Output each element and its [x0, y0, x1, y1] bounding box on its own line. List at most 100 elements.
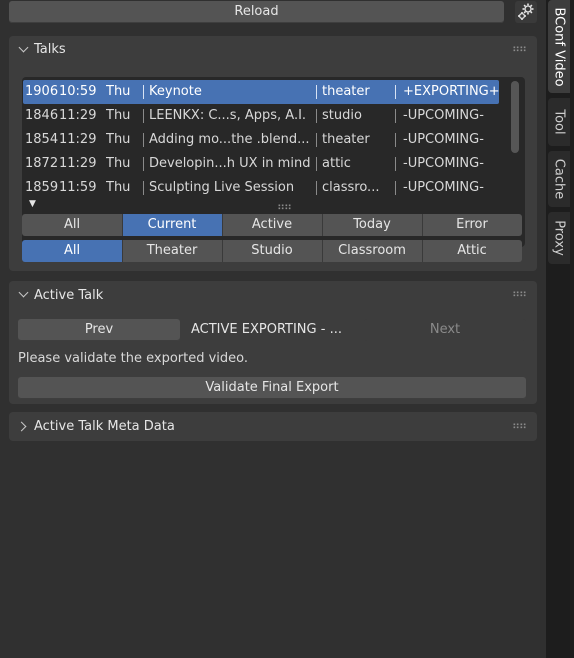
- talk-day: Thu: [106, 84, 131, 99]
- active-talk-panel: Active Talk ⠶⠶ Prev ACTIVE EXPORTING - .…: [9, 281, 537, 404]
- segment-divider: [322, 214, 323, 236]
- talk-time: 11:29: [59, 156, 97, 171]
- column-separator: [316, 181, 317, 195]
- filter-error-button[interactable]: Error: [422, 214, 522, 236]
- segment-divider: [322, 240, 323, 262]
- talk-status: -UPCOMING-: [403, 108, 484, 123]
- segment-divider: [422, 240, 423, 262]
- drag-handle-icon[interactable]: ⠶⠶: [512, 42, 527, 55]
- talk-room: classro...: [322, 180, 380, 195]
- talk-id: 1872: [25, 156, 59, 171]
- meta-data-panel: Active Talk Meta Data ⠶⠶: [9, 412, 537, 441]
- filter-all-button[interactable]: All: [22, 240, 122, 262]
- tab-label: Tool: [551, 109, 567, 135]
- tab-cache[interactable]: Cache: [548, 151, 570, 207]
- talk-status: -UPCOMING-: [403, 156, 484, 171]
- filter-today-button[interactable]: Today: [322, 214, 422, 236]
- tab-tool[interactable]: Tool: [548, 98, 570, 146]
- segment-divider: [422, 214, 423, 236]
- chevron-down-icon: [18, 42, 29, 53]
- talk-title: Keynote: [149, 84, 202, 99]
- meta-data-panel-title: Active Talk Meta Data: [34, 419, 175, 434]
- talk-status: -UPCOMING-: [403, 180, 484, 195]
- filter-current-button[interactable]: Current: [122, 214, 222, 236]
- active-talk-panel-header[interactable]: Active Talk ⠶⠶: [9, 281, 537, 309]
- list-item[interactable]: 1854 11:29 Thu Adding mo...the .blend... the…: [23, 128, 499, 152]
- reload-button[interactable]: Reload: [9, 1, 504, 23]
- tab-label: BConf Video: [551, 6, 567, 87]
- filter-classroom-button[interactable]: Classroom: [322, 240, 422, 262]
- column-separator: [316, 157, 317, 171]
- talk-title: Adding mo...the .blend...: [149, 132, 310, 147]
- list-item[interactable]: 1859 11:59 Thu Sculpting Live Session classr…: [23, 176, 499, 200]
- column-separator: [395, 157, 396, 171]
- sidebar-tab-bar: BConf Video Tool Cache Proxy: [546, 0, 574, 658]
- talk-id: 1906: [25, 84, 59, 99]
- segment-divider: [122, 240, 123, 262]
- drag-handle-icon[interactable]: ⠶⠶: [512, 419, 527, 432]
- talk-time: 11:59: [59, 180, 97, 195]
- talk-day: Thu: [106, 156, 131, 171]
- validation-message: Please validate the exported video.: [18, 351, 249, 366]
- list-item[interactable]: 1872 11:29 Thu Developin...h UX in mind atti…: [23, 152, 499, 176]
- talks-panel-header[interactable]: Talks ⠶⠶: [9, 36, 537, 64]
- talk-room: theater: [322, 132, 370, 147]
- column-separator: [316, 85, 317, 99]
- next-button[interactable]: Next: [364, 319, 526, 341]
- talk-time: 11:29: [59, 108, 97, 123]
- talk-id: 1854: [25, 132, 59, 147]
- meta-data-panel-header[interactable]: Active Talk Meta Data ⠶⠶: [9, 412, 537, 441]
- active-talk-panel-title: Active Talk: [34, 288, 104, 303]
- segment-divider: [222, 214, 223, 236]
- chevron-down-icon: [18, 287, 29, 298]
- talk-title: LEENKX: C...s, Apps, A.I.: [149, 108, 307, 123]
- settings-button[interactable]: [515, 1, 537, 23]
- talk-day: Thu: [106, 180, 131, 195]
- filter-all-button[interactable]: All: [22, 214, 122, 236]
- filter-theater-button[interactable]: Theater: [122, 240, 222, 262]
- column-separator: [395, 109, 396, 123]
- talk-day: Thu: [106, 132, 131, 147]
- validate-final-export-button[interactable]: Validate Final Export: [18, 377, 526, 399]
- column-separator: [395, 133, 396, 147]
- list-resize-handle-icon[interactable]: ⠶⠶: [277, 200, 292, 213]
- list-expand-icon[interactable]: ▼: [29, 199, 36, 209]
- talk-status: +EXPORTING+: [403, 84, 500, 99]
- room-filter-group: All Theater Studio Classroom Attic: [22, 240, 522, 262]
- tab-bconf-video[interactable]: BConf Video: [548, 0, 570, 93]
- talk-time: 11:29: [59, 132, 97, 147]
- list-item[interactable]: 1906 10:59 Thu Keynote theater +EXPORTING+: [23, 80, 500, 104]
- column-separator: [143, 133, 144, 147]
- list-scrollbar[interactable]: [511, 81, 519, 153]
- column-separator: [143, 85, 144, 99]
- talks-panel-title: Talks: [34, 42, 66, 57]
- filter-studio-button[interactable]: Studio: [222, 240, 322, 262]
- talk-title: Sculpting Live Session: [149, 180, 295, 195]
- filter-active-button[interactable]: Active: [222, 214, 322, 236]
- talks-panel: Talks ⠶⠶ 1906 10:59 Thu Keynote theater +EXPO…: [9, 36, 537, 271]
- talk-id: 1846: [25, 108, 59, 123]
- filter-attic-button[interactable]: Attic: [422, 240, 522, 262]
- column-separator: [395, 85, 396, 99]
- talk-time: 10:59: [59, 84, 97, 99]
- gear-icon: [518, 3, 534, 20]
- tab-proxy[interactable]: Proxy: [548, 212, 570, 264]
- talk-title: Developin...h UX in mind: [149, 156, 311, 171]
- column-separator: [316, 109, 317, 123]
- drag-handle-icon[interactable]: ⠶⠶: [512, 287, 527, 300]
- prev-button[interactable]: Prev: [18, 319, 180, 341]
- tab-label: Proxy: [551, 220, 567, 256]
- segment-divider: [222, 240, 223, 262]
- column-separator: [395, 181, 396, 195]
- list-item[interactable]: 1846 11:29 Thu LEENKX: C...s, Apps, A.I. stu…: [23, 104, 499, 128]
- talk-id: 1859: [25, 180, 59, 195]
- talk-room: attic: [322, 156, 351, 171]
- tab-label: Cache: [551, 158, 567, 200]
- active-status-text: ACTIVE EXPORTING - ...: [191, 322, 342, 337]
- column-separator: [316, 133, 317, 147]
- talk-day: Thu: [106, 108, 131, 123]
- column-separator: [143, 109, 144, 123]
- state-filter-group: All Current Active Today Error: [22, 214, 522, 236]
- column-separator: [143, 157, 144, 171]
- column-separator: [143, 181, 144, 195]
